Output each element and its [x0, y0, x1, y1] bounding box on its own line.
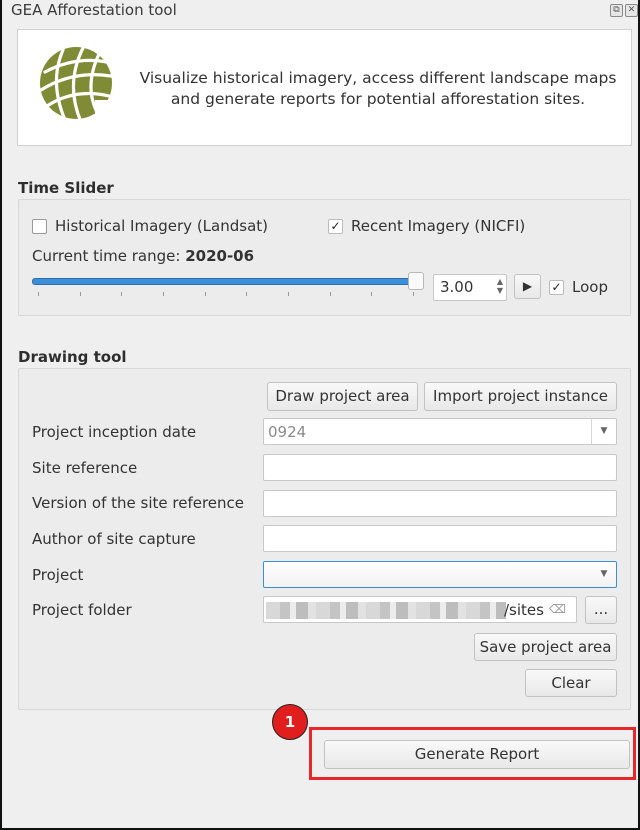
- highlight-annotation: [309, 727, 636, 780]
- project-folder-label: Project folder: [32, 601, 132, 619]
- checkbox-box[interactable]: [32, 218, 47, 234]
- clear-button[interactable]: Clear: [525, 669, 617, 697]
- loop-checkbox[interactable]: ✓ Loop: [549, 278, 608, 296]
- spin-arrows-icon[interactable]: ▲ ▼: [497, 277, 503, 295]
- slider-tick: [79, 292, 81, 296]
- site-reference-version-input[interactable]: [263, 490, 617, 517]
- checkmark-icon[interactable]: ✓: [328, 218, 343, 234]
- slider-tick: [371, 292, 373, 296]
- slider-tick: [329, 292, 331, 296]
- historical-imagery-label: Historical Imagery (Landsat): [55, 217, 268, 235]
- project-combobox[interactable]: ▼: [263, 561, 617, 588]
- slider-tick: [121, 292, 123, 296]
- inception-date-label: Project inception date: [32, 423, 197, 441]
- import-project-instance-button[interactable]: Import project instance: [424, 382, 617, 411]
- project-folder-suffix: /sites: [504, 601, 544, 619]
- banner: Visualize historical imagery, access dif…: [17, 29, 632, 146]
- clear-field-icon[interactable]: ⌫: [549, 602, 566, 616]
- site-reference-label: Site reference: [32, 459, 138, 477]
- play-button[interactable]: ▶: [514, 274, 541, 299]
- banner-line-1: Visualize historical imagery, access dif…: [139, 69, 617, 87]
- recent-imagery-label: Recent Imagery (NICFI): [351, 217, 526, 235]
- speed-spinbox[interactable]: 3.00 ▲ ▼: [433, 274, 507, 301]
- chevron-down-icon[interactable]: ▼: [592, 562, 616, 587]
- close-icon[interactable]: ✕: [625, 4, 638, 17]
- slider-tick: [38, 292, 39, 296]
- globe-logo-icon: [39, 46, 117, 124]
- step-badge: 1: [272, 704, 308, 740]
- author-label: Author of site capture: [32, 530, 196, 548]
- historical-imagery-checkbox[interactable]: Historical Imagery (Landsat): [32, 217, 268, 235]
- speed-value[interactable]: 3.00: [440, 278, 473, 296]
- loop-label: Loop: [572, 278, 608, 296]
- slider-tick: [204, 292, 206, 296]
- time-slider-track[interactable]: [32, 278, 419, 285]
- window-title: GEA Afforestation tool: [11, 1, 177, 19]
- inception-date-value: 0924: [268, 423, 307, 441]
- current-time-range: Current time range: 2020-06: [32, 247, 254, 265]
- slider-tick: [163, 292, 164, 296]
- time-slider-title: Time Slider: [18, 179, 114, 197]
- slider-tick: [246, 292, 248, 296]
- recent-imagery-checkbox[interactable]: ✓ Recent Imagery (NICFI): [328, 217, 525, 235]
- project-folder-input[interactable]: /sites ⌫: [263, 596, 577, 623]
- inception-date-combobox[interactable]: 0924 ▼: [263, 418, 617, 445]
- play-icon: ▶: [522, 279, 533, 293]
- drawing-tool-title: Drawing tool: [18, 348, 127, 366]
- slider-tick: [288, 292, 289, 296]
- time-range-label: Current time range:: [32, 247, 186, 265]
- draw-project-area-button[interactable]: Draw project area: [267, 382, 418, 411]
- save-project-area-button[interactable]: Save project area: [474, 633, 617, 661]
- float-icon[interactable]: ⧉: [610, 4, 623, 17]
- time-slider-handle[interactable]: [408, 272, 424, 290]
- banner-description: Visualize historical imagery, access dif…: [138, 68, 618, 110]
- banner-line-2: and generate reports for potential affor…: [170, 90, 586, 108]
- chevron-down-icon[interactable]: ▼: [591, 419, 616, 444]
- browse-folder-button[interactable]: ...: [585, 596, 617, 624]
- redacted-path: [266, 602, 506, 619]
- project-label: Project: [32, 566, 84, 584]
- slider-tick: [413, 292, 414, 296]
- site-reference-version-label: Version of the site reference: [32, 494, 245, 512]
- site-reference-input[interactable]: [263, 454, 617, 481]
- time-range-value: 2020-06: [185, 247, 255, 265]
- afforestation-dock-panel: GEA Afforestation tool ⧉ ✕ Visualize his…: [2, 0, 638, 828]
- checkmark-icon[interactable]: ✓: [549, 279, 564, 295]
- author-input[interactable]: [263, 525, 617, 552]
